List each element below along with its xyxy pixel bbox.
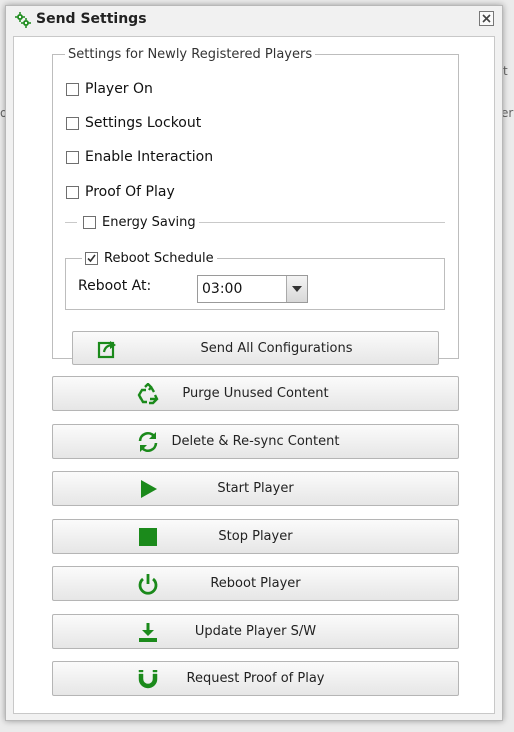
action-label: Reboot Player [210, 576, 301, 591]
enable-interaction-checkbox[interactable] [66, 150, 79, 164]
stop-player-button[interactable]: Stop Player [52, 519, 459, 554]
proof-of-play-checkbox[interactable] [66, 185, 79, 199]
reboot-player-button[interactable]: Reboot Player [52, 566, 459, 601]
reboot-schedule-fieldset: Reboot Schedule Reboot At: 03:00 [65, 249, 445, 310]
option-label: Player On [85, 81, 153, 97]
option-label: Settings Lockout [85, 115, 202, 131]
action-label: Request Proof of Play [186, 671, 325, 686]
action-label: Stop Player [218, 529, 293, 544]
section-divider [65, 222, 77, 223]
section-divider [199, 222, 445, 223]
close-icon [482, 14, 491, 23]
new-players-legend: Settings for Newly Registered Players [68, 47, 313, 62]
action-label: Start Player [217, 481, 294, 496]
action-label: Purge Unused Content [182, 386, 329, 401]
request-proof-of-play-button[interactable]: Request Proof of Play [52, 661, 459, 696]
close-button[interactable] [479, 11, 494, 26]
reboot-time-select[interactable]: 03:00 [197, 275, 308, 303]
energy-saving-checkbox[interactable] [83, 215, 96, 229]
dialog-content: Settings for Newly Registered Players Pl… [13, 36, 495, 714]
option-player-on[interactable]: Player On [66, 80, 153, 98]
send-all-configurations-button[interactable]: Send All Configurations [72, 331, 439, 365]
option-enable-interaction[interactable]: Enable Interaction [66, 148, 213, 166]
network-settings-icon [15, 12, 31, 28]
dialog-title: Send Settings [36, 11, 147, 27]
action-label: Update Player S/W [194, 624, 317, 639]
option-label: Proof Of Play [85, 184, 175, 200]
action-label: Delete & Re-sync Content [171, 434, 340, 449]
new-players-fieldset: Settings for Newly Registered Players Pl… [52, 47, 459, 365]
background-text: t [503, 64, 508, 78]
reboot-schedule-label: Reboot Schedule [104, 250, 214, 266]
dropdown-arrow[interactable] [286, 276, 307, 302]
option-settings-lockout[interactable]: Settings Lockout [66, 114, 201, 132]
purge-unused-content-button[interactable]: Purge Unused Content [52, 376, 459, 411]
reboot-at-label: Reboot At: [78, 278, 152, 294]
energy-saving-toggle[interactable]: Energy Saving [83, 213, 196, 231]
reboot-schedule-toggle[interactable]: Reboot Schedule [82, 249, 217, 267]
player-on-checkbox[interactable] [66, 82, 79, 96]
chevron-down-icon [292, 286, 302, 292]
option-label: Enable Interaction [85, 149, 214, 165]
delete-resync-content-button[interactable]: Delete & Re-sync Content [52, 424, 459, 459]
update-player-sw-button[interactable]: Update Player S/W [52, 614, 459, 649]
start-player-button[interactable]: Start Player [52, 471, 459, 506]
energy-saving-label: Energy Saving [102, 214, 196, 230]
option-proof-of-play[interactable]: Proof Of Play [66, 183, 175, 201]
dialog-titlebar[interactable]: Send Settings [6, 6, 502, 34]
reboot-schedule-checkbox[interactable] [85, 251, 98, 265]
reboot-time-value: 03:00 [202, 281, 243, 297]
settings-lockout-checkbox[interactable] [66, 116, 79, 130]
send-all-label: Send All Configurations [200, 341, 353, 356]
send-settings-dialog: Send Settings Settings for Newly Registe… [5, 5, 503, 721]
checkmark-icon [87, 254, 96, 262]
